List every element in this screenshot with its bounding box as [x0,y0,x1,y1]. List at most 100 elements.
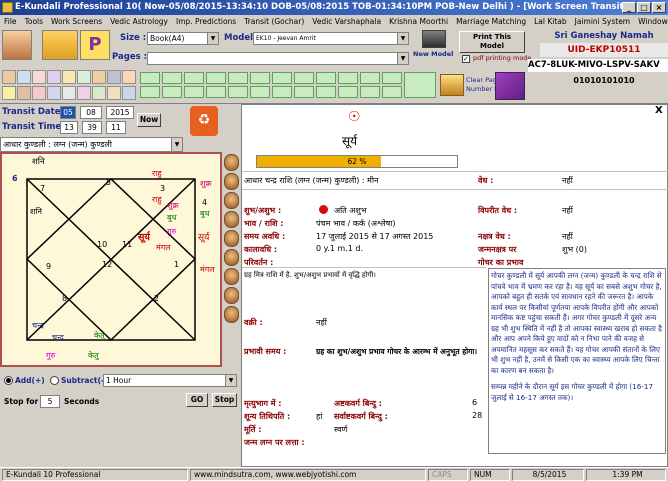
toolbar-icon-12[interactable] [32,86,46,100]
venus-god-icon[interactable] [224,249,239,266]
toolbar-icon-8[interactable] [107,70,121,84]
transit-hour-input[interactable]: 13 [60,121,78,134]
menu-jaimini[interactable]: Jaimini System [571,17,634,26]
close-detail-button[interactable]: X [655,105,663,116]
book-icon[interactable] [495,72,525,100]
page-slot-10[interactable] [338,72,358,84]
menu-window[interactable]: Window [634,17,668,26]
page-slot-4[interactable] [206,72,226,84]
page-slot-3[interactable] [184,72,204,84]
new-model-label[interactable]: New Model [413,50,453,58]
toolbar-icon-6[interactable] [77,70,91,84]
page-slot-11[interactable] [360,72,380,84]
transit-day-input[interactable]: 05 [60,106,76,119]
print-p-icon[interactable]: P [80,30,110,60]
page-slot-24[interactable] [382,86,402,98]
stop-button[interactable]: Stop [212,393,237,407]
add-radio[interactable] [4,376,13,385]
pages-select[interactable]: ▼ [147,52,409,65]
page-slot-2[interactable] [162,72,182,84]
sun-god-icon[interactable] [224,154,239,171]
close-window-button[interactable]: × [652,2,666,13]
rahu-god-icon[interactable] [224,287,239,304]
reading-icon[interactable] [42,30,78,60]
menu-file[interactable]: File [0,17,21,26]
maximize-button[interactable]: □ [637,2,651,13]
page-slot-23[interactable] [360,86,380,98]
page-slot-14[interactable] [162,86,182,98]
person-icon[interactable] [2,30,32,60]
interval-select[interactable]: 1 Hour ▼ [103,374,237,387]
size-select[interactable]: Book(A4) ▼ [147,32,219,45]
toolbar-icon-5[interactable] [62,70,76,84]
page-slot-9[interactable] [316,72,336,84]
page-slot-19[interactable] [272,86,292,98]
toolbar-icon-16[interactable] [92,86,106,100]
toolbar-icon-15[interactable] [77,86,91,100]
minimize-button[interactable]: _ [622,2,636,13]
now-button[interactable]: Now [137,113,161,127]
chart-type-select[interactable]: आधार कुण्डली : लग्न (जन्म) कुण्डली ▼ [0,137,183,152]
menu-marriage-matching[interactable]: Marriage Matching [452,17,530,26]
eraser-icon[interactable] [440,74,464,96]
ketu-god-icon[interactable] [224,306,239,323]
print-model-button[interactable]: Print This Model [459,31,525,53]
house-number: 5 [106,178,112,187]
menu-krishna-moorthi[interactable]: Krishna Moorthi [385,17,452,26]
window-title: E-Kundali Professional 10( Now-05/08/201… [15,2,628,12]
page-slot-13[interactable] [140,86,160,98]
toolbar-icon-2[interactable] [17,70,31,84]
house-number: 3 [160,184,166,193]
go-button[interactable]: GO [186,393,208,407]
murti-label: मूर्ति : [244,425,262,434]
transit-minute-input[interactable]: 39 [82,121,102,134]
menu-imp-predictions[interactable]: Imp. Predictions [172,17,240,26]
menu-vedic-varshaphala[interactable]: Vedic Varshaphala [308,17,385,26]
page-slot-5[interactable] [228,72,248,84]
transit-year-input[interactable]: 2015 [106,106,134,119]
menu-work-screens[interactable]: Work Screens [47,17,106,26]
printer-icon[interactable] [422,30,446,48]
transit-second-input[interactable]: 11 [106,121,126,134]
page-slot-25[interactable] [404,72,436,98]
page-slot-22[interactable] [338,86,358,98]
page-slot-17[interactable] [228,86,248,98]
toolbar-icon-1[interactable] [2,70,16,84]
menu-transit[interactable]: Transit (Gochar) [240,17,308,26]
pdf-checkbox[interactable]: ✓ [462,55,470,63]
mercury-god-icon[interactable] [224,211,239,228]
saturn-god-icon[interactable] [224,268,239,285]
page-slot-6[interactable] [250,72,270,84]
mars-god-icon[interactable] [224,192,239,209]
menu-tools[interactable]: Tools [21,17,47,26]
toolbar-icon-9[interactable] [122,70,136,84]
toolbar-icon-18[interactable] [122,86,136,100]
toolbar-icon-7[interactable] [92,70,106,84]
page-slot-18[interactable] [250,86,270,98]
toolbar-icon-10[interactable] [2,86,16,100]
page-slot-12[interactable] [382,72,402,84]
menu-lal-kitab[interactable]: Lal Kitab [530,17,571,26]
page-slot-7[interactable] [272,72,292,84]
refresh-icon[interactable]: ♻ [190,106,218,136]
toolbar-icon-4[interactable] [47,70,61,84]
page-slot-8[interactable] [294,72,314,84]
menu-vedic-astrology[interactable]: Vedic Astrology [106,17,172,26]
viprit-value: नहीं [562,206,573,215]
toolbar-icon-14[interactable] [62,86,76,100]
jupiter-god-icon[interactable] [224,230,239,247]
toolbar-icon-11[interactable] [17,86,31,100]
toolbar-icon-3[interactable] [32,70,46,84]
toolbar-icon-13[interactable] [47,86,61,100]
page-slot-21[interactable] [316,86,336,98]
transit-month-input[interactable]: 08 [80,106,102,119]
stop-seconds-input[interactable]: 5 [40,395,60,408]
subtract-radio[interactable] [50,376,59,385]
model-select[interactable]: EK10 - Jeevan Amrit ▼ [253,32,409,45]
toolbar-icon-17[interactable] [107,86,121,100]
page-slot-16[interactable] [206,86,226,98]
page-slot-20[interactable] [294,86,314,98]
page-slot-1[interactable] [140,72,160,84]
moon-god-icon[interactable] [224,173,239,190]
page-slot-15[interactable] [184,86,204,98]
